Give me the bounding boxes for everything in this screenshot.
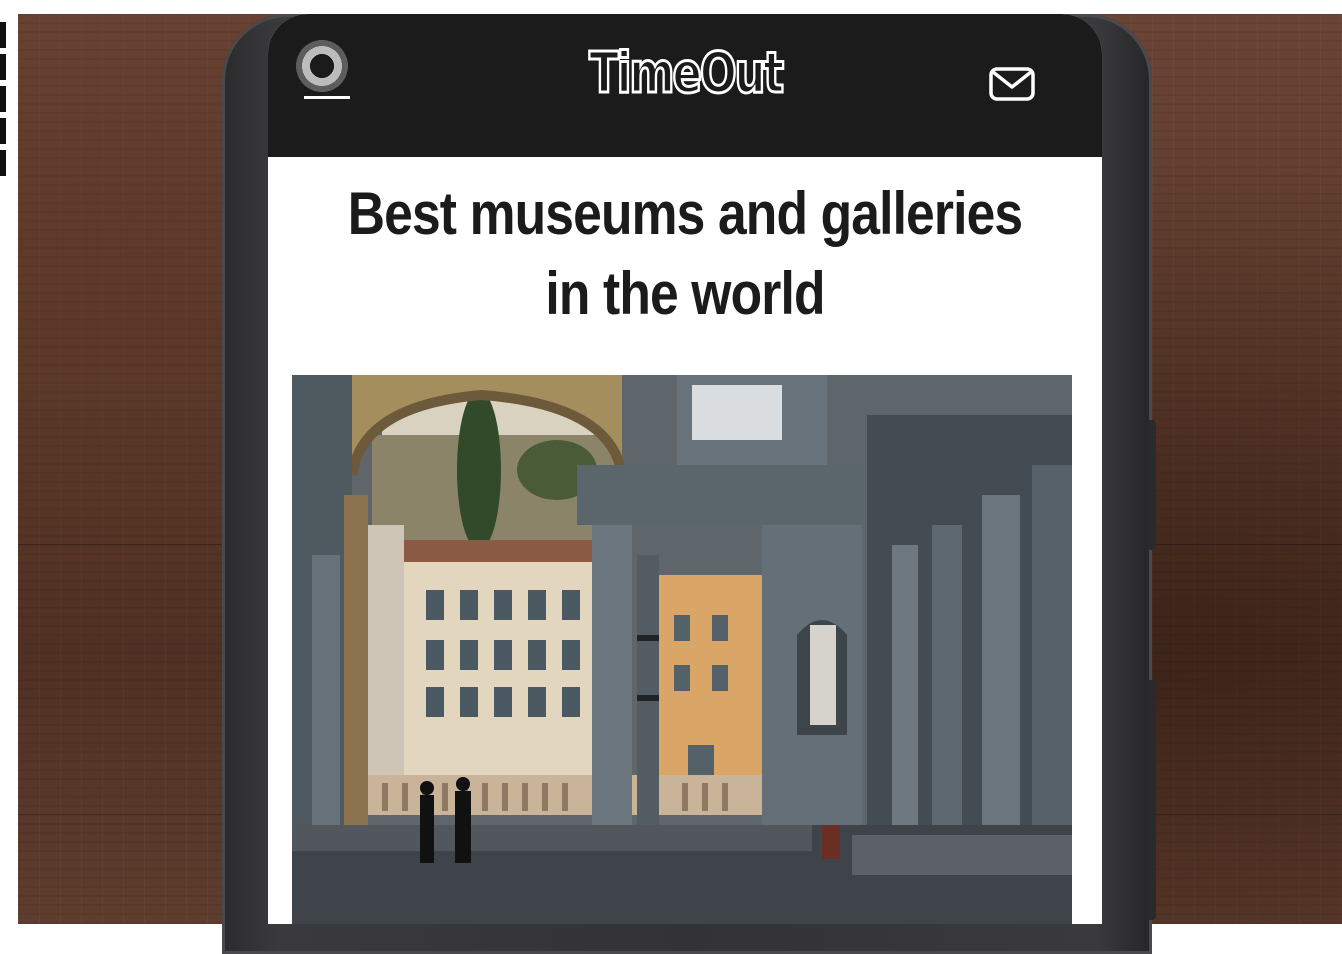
phone-side-button-lower [1148, 680, 1156, 920]
article-title: Best museums and galleries in the world [347, 180, 1023, 327]
hero-image[interactable] [292, 375, 1072, 924]
phone-screen: TimeOut Best museums and galleries in th… [268, 14, 1102, 924]
left-edge-glyphs [0, 22, 6, 176]
mail-icon [989, 67, 1035, 101]
brand-logo-text: TimeOut [588, 40, 785, 107]
brand-logo[interactable]: TimeOut [268, 40, 1102, 107]
uffizi-gallery-courtyard-photo [292, 375, 1072, 924]
phone-side-button [1148, 420, 1156, 550]
mail-button[interactable] [988, 66, 1036, 102]
app-header: TimeOut [268, 14, 1102, 157]
left-edge-strip [0, 0, 18, 924]
